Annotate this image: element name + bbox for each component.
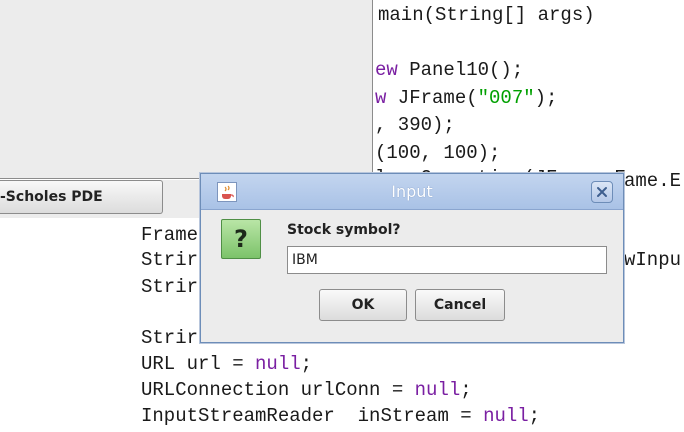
code-line: , 390); [375, 114, 455, 136]
panel-window [0, 0, 373, 179]
ok-button[interactable]: OK [319, 289, 407, 321]
code-line: main(String[] args) [378, 4, 595, 26]
code-line: Strir [141, 249, 199, 271]
code-line: ew Panel10(); [375, 59, 524, 81]
code-line: ame.E [624, 170, 682, 192]
input-dialog: Input ? Stock symbol? OK Cancel [200, 173, 624, 343]
stock-symbol-input[interactable] [287, 246, 607, 274]
code-line: URL url = null; [141, 353, 313, 375]
code-line: Strir [141, 276, 199, 298]
code-line: InputStreamReader inStream = null; [141, 405, 541, 427]
code-line: Strir [141, 327, 199, 349]
question-icon: ? [221, 219, 261, 259]
code-line: wInpu [624, 249, 682, 271]
black-scholes-pde-button[interactable]: -Scholes PDE [0, 180, 163, 214]
code-line: w JFrame("007"); [375, 87, 558, 109]
prompt-label: Stock symbol? [287, 222, 401, 238]
dialog-titlebar[interactable]: Input [201, 174, 623, 210]
dialog-title: Input [391, 182, 433, 201]
cancel-button[interactable]: Cancel [415, 289, 505, 321]
close-icon[interactable] [591, 181, 613, 203]
code-line: URLConnection urlConn = null; [141, 379, 472, 401]
code-line: (100, 100); [375, 142, 501, 164]
code-line: Frame [141, 224, 199, 246]
